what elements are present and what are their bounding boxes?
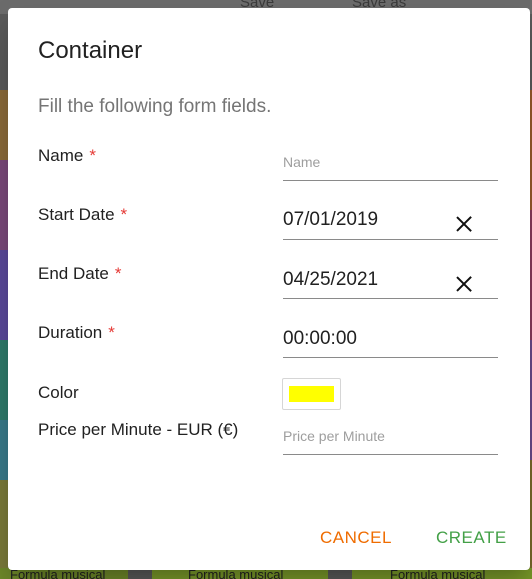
start-date-field[interactable]: 07/01/2019	[283, 204, 498, 240]
duration-field[interactable]: 00:00:00	[283, 323, 498, 358]
end-date-value: 04/25/2021	[283, 269, 379, 290]
required-mark: *	[108, 323, 115, 342]
dialog-subtitle: Fill the following form fields.	[38, 96, 272, 117]
background-strip	[0, 480, 8, 568]
price-placeholder: Price per Minute	[283, 428, 385, 444]
end-date-label: End Date *	[38, 264, 122, 283]
required-mark: *	[89, 146, 96, 165]
clear-start-date-icon[interactable]	[456, 216, 472, 232]
required-mark: *	[114, 264, 122, 283]
background-strip	[0, 340, 8, 420]
cancel-button[interactable]: CANCEL	[320, 528, 392, 548]
price-label: Price per Minute - EUR (€)	[38, 420, 239, 439]
duration-value: 00:00:00	[283, 328, 357, 349]
color-label: Color	[38, 383, 79, 402]
container-dialog: Container Fill the following form fields…	[8, 8, 530, 570]
background-strip	[0, 90, 8, 160]
name-field[interactable]: Name	[283, 148, 498, 181]
required-mark: *	[120, 205, 128, 224]
start-date-label: Start Date *	[38, 205, 128, 224]
color-swatch	[289, 386, 334, 402]
background-strip	[0, 420, 8, 480]
start-date-value: 07/01/2019	[283, 209, 379, 230]
duration-label: Duration *	[38, 323, 115, 342]
background-strip	[0, 160, 8, 250]
name-label: Name *	[38, 146, 96, 165]
background-strip	[0, 250, 8, 340]
clear-end-date-icon[interactable]	[456, 276, 472, 292]
color-picker-button[interactable]	[282, 378, 341, 410]
price-field[interactable]: Price per Minute	[283, 423, 498, 455]
create-button[interactable]: CREATE	[436, 528, 507, 548]
dialog-title: Container	[38, 37, 143, 64]
name-placeholder: Name	[283, 154, 321, 170]
end-date-field[interactable]: 04/25/2021	[283, 264, 498, 299]
